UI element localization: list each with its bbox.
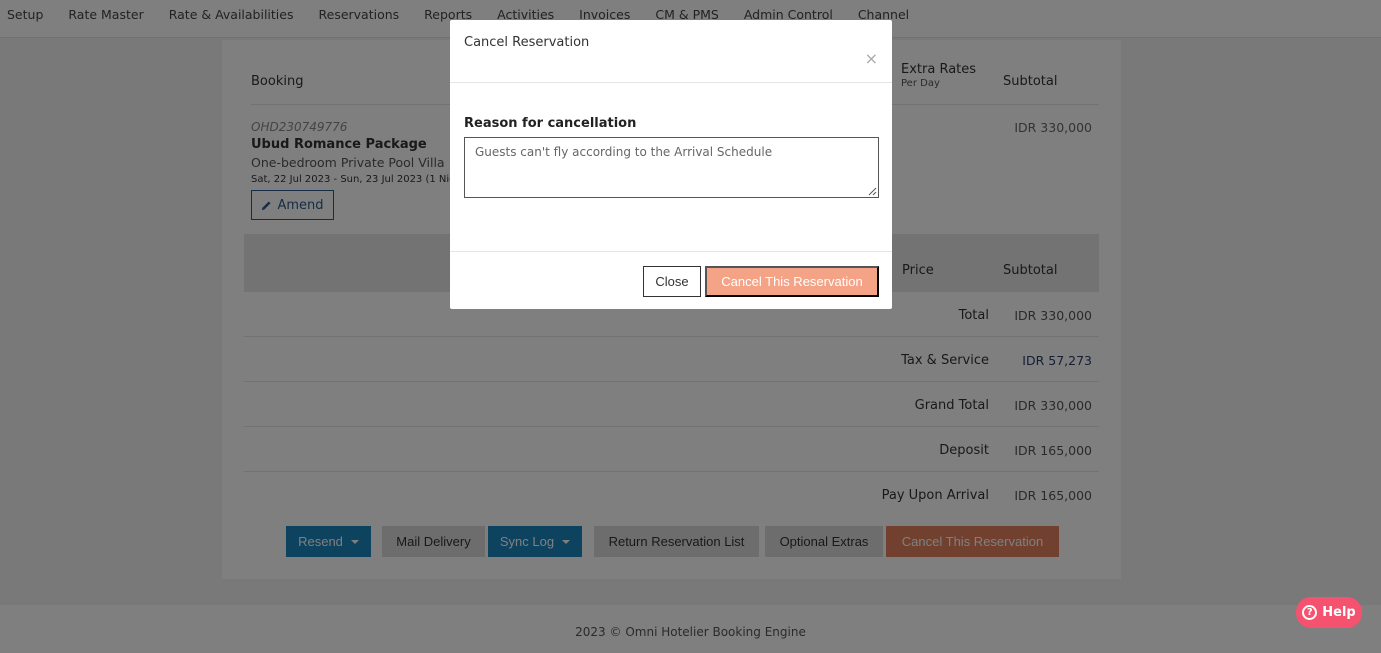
modal-close-button[interactable]: Close	[643, 266, 701, 297]
modal-title: Cancel Reservation	[464, 35, 590, 50]
cancel-reservation-modal: Cancel Reservation × Reason for cancella…	[450, 20, 892, 309]
question-icon: ?	[1302, 605, 1318, 620]
help-label: Help	[1322, 605, 1356, 620]
app-root: Setup Rate Master Rate & Availabilities …	[0, 0, 1381, 653]
help-button[interactable]: ? Help	[1296, 597, 1362, 628]
modal-confirm-cancel-button[interactable]: Cancel This Reservation	[705, 266, 879, 297]
modal-body: Reason for cancellation Guests can't fly…	[450, 83, 892, 251]
reason-label: Reason for cancellation	[464, 116, 637, 131]
modal-footer: Close Cancel This Reservation	[450, 251, 892, 309]
close-icon[interactable]: ×	[865, 51, 878, 67]
resize-grip-icon[interactable]	[868, 187, 877, 196]
reason-textarea[interactable]: Guests can't fly according to the Arriva…	[464, 137, 879, 198]
modal-header: Cancel Reservation ×	[450, 20, 892, 83]
